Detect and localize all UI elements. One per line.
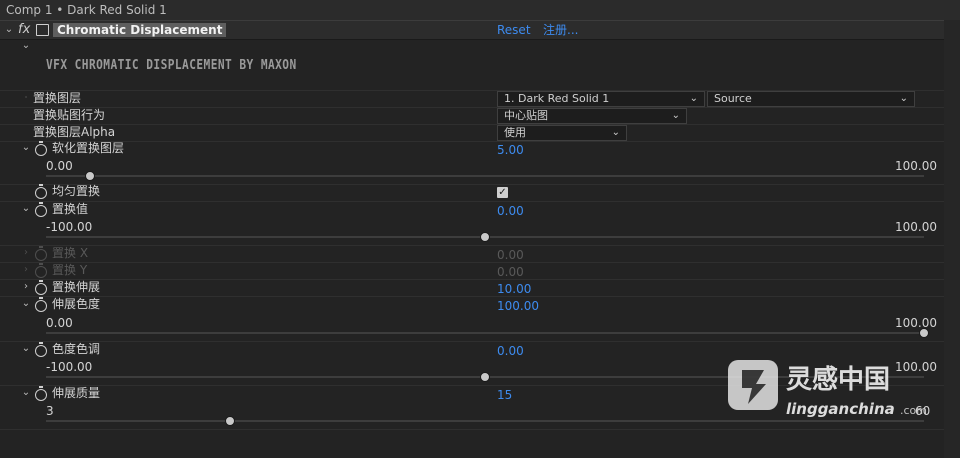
divider: [0, 141, 944, 142]
displace-y-label: 置换 Y: [52, 263, 88, 277]
stopwatch-icon: [35, 246, 47, 261]
displace-layer-value: 1. Dark Red Solid 1: [504, 92, 610, 105]
expand-displace-y-icon[interactable]: ›: [21, 263, 31, 277]
divider: [0, 279, 944, 280]
map-behavior-dropdown[interactable]: 中心贴图 ⌄: [497, 108, 687, 124]
svg-text:lingganchina: lingganchina: [786, 400, 895, 418]
divider: [0, 341, 944, 342]
divider: [0, 107, 944, 108]
spread-chroma-value[interactable]: 100.00: [497, 298, 539, 314]
stopwatch-icon[interactable]: [35, 297, 47, 312]
effect-header-row[interactable]: ⌄ fx Chromatic Displacement Reset 注册...: [0, 20, 944, 40]
stopwatch-icon[interactable]: [35, 141, 47, 156]
stopwatch-icon[interactable]: [35, 386, 47, 401]
divider: [0, 429, 944, 430]
spread-quality-label: 伸展质量: [52, 386, 101, 400]
displace-x-value: 0.00: [497, 248, 524, 262]
soften-value[interactable]: 5.00: [497, 142, 524, 158]
spread-quality-value[interactable]: 15: [497, 387, 512, 403]
chevron-down-icon: ⌄: [671, 110, 680, 121]
soften-min: 0.00: [46, 159, 73, 173]
collapse-spread-quality-icon[interactable]: ⌄: [21, 386, 31, 400]
divider: [0, 124, 944, 125]
svg-text:.com: .com: [900, 404, 927, 417]
divider: [0, 245, 944, 246]
effect-preset-icon[interactable]: [36, 24, 49, 36]
amount-max: 100.00: [895, 220, 937, 234]
expand-displace-x-icon[interactable]: ›: [21, 246, 31, 260]
bullet-icon: ·: [24, 93, 28, 102]
layer-source-dropdown[interactable]: Source ⌄: [707, 91, 915, 107]
watermark-logo-icon: 灵感中国 lingganchina .com: [728, 360, 927, 418]
layer-source-value: Source: [714, 92, 752, 105]
chroma-hue-slider-thumb[interactable]: [480, 372, 490, 382]
spread-chroma-slider-thumb[interactable]: [919, 328, 929, 338]
divider: [0, 262, 944, 263]
divider: [0, 296, 944, 297]
soften-max: 100.00: [895, 159, 937, 173]
amount-label: 置换值: [52, 202, 89, 216]
register-link[interactable]: 注册...: [543, 21, 578, 38]
reset-link[interactable]: Reset: [497, 23, 531, 37]
spread-quality-min: 3: [46, 404, 54, 418]
stopwatch-icon[interactable]: [35, 342, 47, 357]
stopwatch-icon[interactable]: [35, 184, 47, 199]
stopwatch-icon[interactable]: [35, 202, 47, 217]
amount-value[interactable]: 0.00: [497, 203, 524, 219]
collapse-soften-icon[interactable]: ⌄: [21, 141, 31, 155]
uniform-label: 均匀置换: [52, 184, 101, 198]
uniform-checkbox[interactable]: ✓: [497, 187, 508, 198]
displace-x-label: 置换 X: [52, 246, 89, 260]
soften-label: 软化置换图层: [52, 141, 125, 155]
chroma-hue-value[interactable]: 0.00: [497, 343, 524, 359]
stopwatch-icon: [35, 263, 47, 278]
panel-scrollbar[interactable]: [944, 20, 960, 458]
effect-name[interactable]: Chromatic Displacement: [53, 23, 227, 37]
spread-chroma-label: 伸展色度: [52, 297, 101, 311]
chevron-down-icon: ⌄: [611, 127, 620, 138]
map-behavior-label: 置换贴图行为: [33, 108, 106, 122]
map-behavior-value: 中心贴图: [504, 109, 548, 122]
banner-collapse-icon[interactable]: ⌄: [21, 39, 31, 53]
spread-label: 置换伸展: [52, 280, 101, 294]
watermark: 灵感中国 lingganchina .com: [726, 356, 946, 426]
panel-title-bar: Comp 1 • Dark Red Solid 1: [0, 0, 960, 20]
collapse-chroma-hue-icon[interactable]: ⌄: [21, 342, 31, 356]
spread-quality-slider-thumb[interactable]: [225, 416, 236, 426]
layer-alpha-dropdown[interactable]: 使用 ⌄: [497, 125, 627, 141]
divider: [0, 201, 944, 202]
layer-alpha-label: 置换图层Alpha: [33, 125, 116, 139]
collapse-effect-icon[interactable]: ⌄: [4, 23, 14, 37]
chroma-hue-label: 色度色调: [52, 342, 101, 356]
chevron-down-icon: ⌄: [899, 93, 908, 104]
layer-alpha-value: 使用: [504, 126, 526, 139]
effect-banner: VFX CHROMATIC DISPLACEMENT BY MAXON: [46, 58, 297, 73]
chroma-hue-min: -100.00: [46, 360, 93, 374]
spread-chroma-min: 0.00: [46, 316, 73, 330]
expand-spread-icon[interactable]: ›: [21, 280, 31, 294]
spread-chroma-max: 100.00: [895, 316, 937, 330]
soften-slider-track[interactable]: [46, 175, 924, 177]
amount-min: -100.00: [46, 220, 93, 234]
panel-title: Comp 1 • Dark Red Solid 1: [6, 3, 167, 17]
amount-slider-thumb[interactable]: [480, 232, 490, 242]
displace-layer-dropdown[interactable]: 1. Dark Red Solid 1 ⌄: [497, 91, 705, 107]
stopwatch-icon[interactable]: [35, 280, 47, 295]
soften-slider-thumb[interactable]: [84, 171, 95, 181]
collapse-amount-icon[interactable]: ⌄: [21, 202, 31, 216]
displace-layer-label: 置换图层: [33, 91, 82, 105]
displace-y-value: 0.00: [497, 265, 524, 279]
svg-text:灵感中国: 灵感中国: [786, 365, 890, 395]
divider: [0, 184, 944, 185]
spread-value[interactable]: 10.00: [497, 281, 531, 297]
chevron-down-icon: ⌄: [689, 93, 698, 104]
collapse-spread-chroma-icon[interactable]: ⌄: [21, 297, 31, 311]
fx-toggle-icon[interactable]: fx: [18, 22, 30, 37]
spread-chroma-slider-track[interactable]: [46, 332, 924, 334]
